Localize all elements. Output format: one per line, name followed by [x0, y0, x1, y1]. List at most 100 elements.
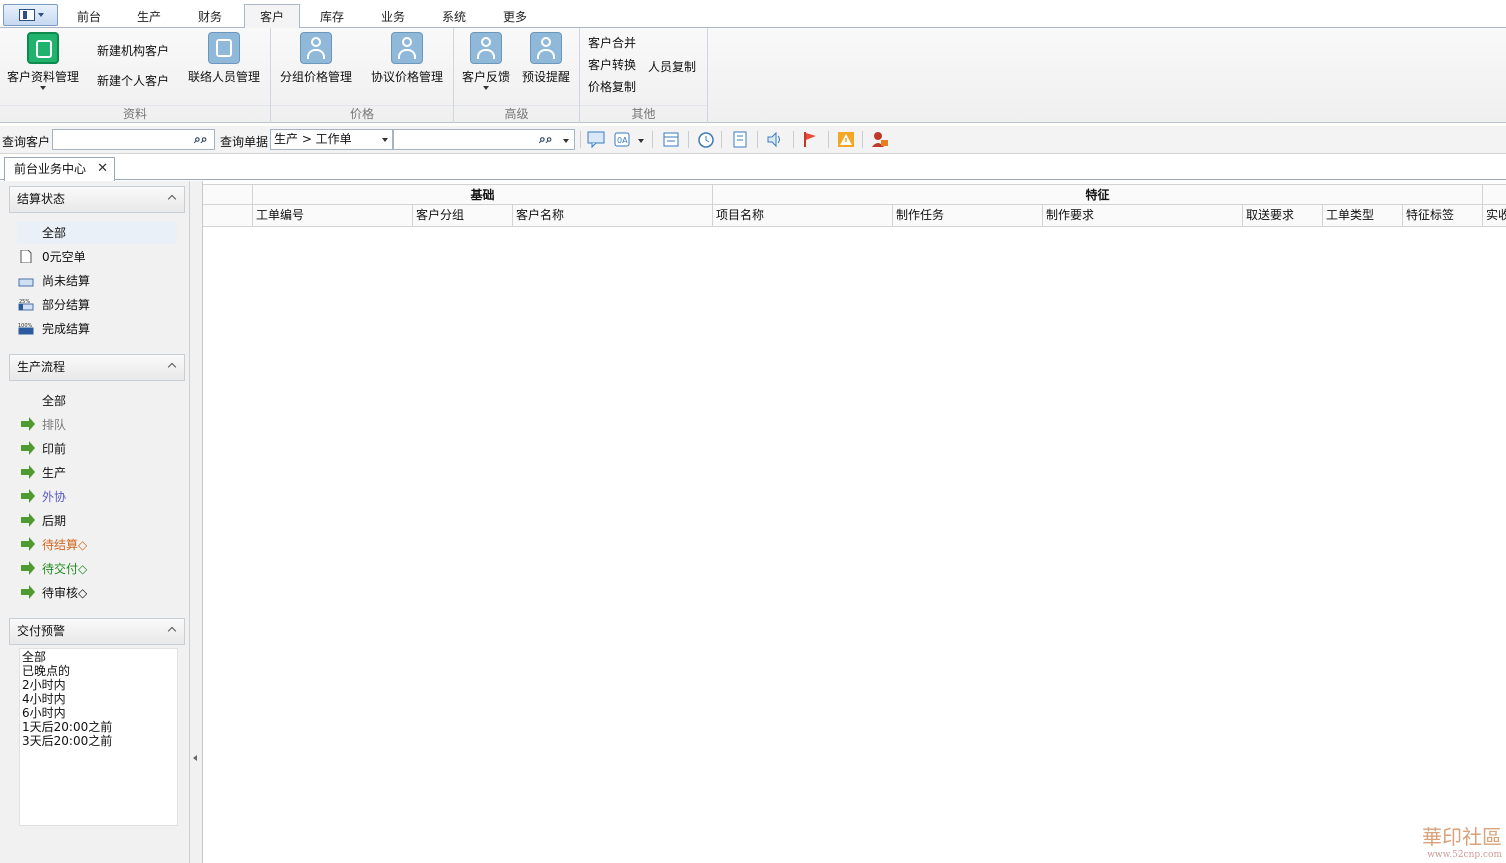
- progress-25-icon: 25%: [18, 299, 34, 311]
- flow-item[interactable]: 待结算◇: [17, 534, 177, 556]
- customer-convert-button[interactable]: 客户转换: [588, 56, 636, 73]
- arrow-right-icon: [21, 585, 35, 599]
- grid-group-header[interactable]: 基础: [253, 184, 713, 205]
- svg-text:0A: 0A: [617, 136, 628, 145]
- group-price-icon: [300, 32, 332, 64]
- ribbon-group-info: 客户资料管理 新建机构客户 新建个人客户 联络人员管理 资料: [0, 28, 271, 123]
- clock-icon[interactable]: [697, 131, 715, 148]
- feedback-icon: [470, 32, 502, 64]
- chevron-up-icon[interactable]: [167, 626, 177, 636]
- group-label-other: 其他: [580, 105, 707, 121]
- new-person-customer-button[interactable]: 新建个人客户: [97, 72, 169, 89]
- flow-item[interactable]: 待交付◇: [17, 558, 177, 580]
- grid-group-header[interactable]: 特征: [713, 184, 1483, 205]
- grid-corner[interactable]: [203, 205, 253, 227]
- warning-icon[interactable]: [837, 131, 855, 148]
- group-price-button[interactable]: 分组价格管理: [278, 30, 354, 100]
- warning-list[interactable]: 全部 已晚点的 2小时内 4小时内 6小时内 1天后20:00之前 3天后20:00之前: [19, 648, 178, 826]
- grid-column-header[interactable]: 实收: [1483, 205, 1506, 227]
- binoculars-icon[interactable]: ⌕⌕: [194, 132, 207, 147]
- query-customer-input[interactable]: [52, 129, 215, 150]
- tab-inventory[interactable]: 库存: [305, 6, 359, 28]
- settlement-item-unsettled[interactable]: 尚未结算: [17, 270, 177, 292]
- chevron-left-icon[interactable]: [193, 755, 197, 761]
- customer-info-button[interactable]: 客户资料管理: [4, 30, 82, 100]
- receipt-icon[interactable]: [731, 131, 749, 148]
- settlement-item-zero[interactable]: 0元空单: [17, 246, 177, 268]
- flow-section-header[interactable]: 生产流程: [9, 354, 185, 381]
- work-order-grid[interactable]: 基础 特征工单编号 客户分组 客户名称 项目名称 制作任务 制作要求 取送要求 工单类型 特征标签…: [203, 184, 1506, 863]
- new-org-customer-button[interactable]: 新建机构客户: [97, 42, 169, 59]
- agreement-price-button[interactable]: 协议价格管理: [369, 30, 445, 100]
- warning-item[interactable]: 4小时内: [22, 692, 175, 706]
- speaker-icon[interactable]: [766, 131, 784, 148]
- oa-icon[interactable]: 0A: [614, 131, 636, 148]
- people-copy-button[interactable]: 人员复制: [648, 58, 696, 75]
- tab-finance[interactable]: 财务: [183, 6, 237, 28]
- customer-card-icon: [27, 32, 59, 64]
- grid-column-header[interactable]: 客户名称: [513, 205, 713, 227]
- tab-frontdesk[interactable]: 前台: [62, 6, 116, 28]
- doc-type-select[interactable]: 生产 > 工作单: [270, 129, 393, 150]
- binoculars-icon[interactable]: ⌕⌕: [539, 132, 552, 147]
- flow-item[interactable]: 待审核◇: [17, 582, 177, 604]
- flow-item[interactable]: 生产: [17, 462, 177, 484]
- warning-item[interactable]: 全部: [22, 650, 175, 664]
- ribbon-panel: 客户资料管理 新建机构客户 新建个人客户 联络人员管理 资料 分组价格管理 协议…: [0, 28, 1506, 123]
- grid-column-header[interactable]: 客户分组: [413, 205, 513, 227]
- flow-item[interactable]: 排队: [17, 414, 177, 436]
- grid-column-header[interactable]: 项目名称: [713, 205, 893, 227]
- grid-column-header[interactable]: 特征标签: [1403, 205, 1483, 227]
- panel-collapse-bar[interactable]: [190, 181, 203, 863]
- tab-production[interactable]: 生产: [122, 6, 176, 28]
- grid-column-header[interactable]: 工单类型: [1323, 205, 1403, 227]
- contacts-button[interactable]: 联络人员管理: [186, 30, 262, 100]
- settlement-title: 结算状态: [17, 192, 66, 206]
- user-lock-icon[interactable]: [871, 131, 889, 148]
- settlement-item-done[interactable]: 100% 完成结算: [17, 318, 177, 340]
- settlement-section-header[interactable]: 结算状态: [9, 186, 185, 213]
- document-tab-strip: 前台业务中心 ✕: [0, 155, 1506, 181]
- preset-reminder-button[interactable]: 预设提醒: [519, 30, 573, 100]
- flow-item[interactable]: 全部: [17, 390, 177, 412]
- grid-column-header[interactable]: 制作任务: [893, 205, 1043, 227]
- warning-section-header[interactable]: 交付预警: [9, 618, 185, 645]
- settlement-item-all[interactable]: 全部: [17, 222, 177, 244]
- left-filter-panel: 结算状态 全部 0元空单 尚未结算 25% 部分结算 100% 完成结算 生产流…: [0, 181, 190, 863]
- chevron-down-icon[interactable]: [563, 139, 569, 143]
- close-icon[interactable]: ✕: [97, 158, 108, 180]
- flow-item[interactable]: 外协: [17, 486, 177, 508]
- tab-customer[interactable]: 客户: [244, 4, 300, 29]
- flag-icon[interactable]: [801, 131, 819, 148]
- chevron-up-icon[interactable]: [167, 362, 177, 372]
- grid-group-header-extra[interactable]: [1483, 184, 1506, 205]
- customer-merge-button[interactable]: 客户合并: [588, 34, 636, 51]
- doc-type-value: 生产 > 工作单: [274, 132, 352, 146]
- grid-column-header[interactable]: 工单编号: [253, 205, 413, 227]
- flow-item[interactable]: 后期: [17, 510, 177, 532]
- tab-business[interactable]: 业务: [366, 6, 420, 28]
- warning-item[interactable]: 6小时内: [22, 706, 175, 720]
- tab-more[interactable]: 更多: [488, 6, 542, 28]
- tab-system[interactable]: 系统: [427, 6, 481, 28]
- price-copy-button[interactable]: 价格复制: [588, 78, 636, 95]
- warning-item[interactable]: 2小时内: [22, 678, 175, 692]
- progress-empty-icon: [18, 278, 34, 287]
- warning-item[interactable]: 已晚点的: [22, 664, 175, 678]
- tab-frontdesk-center[interactable]: 前台业务中心 ✕: [4, 157, 115, 181]
- customer-feedback-button[interactable]: 客户反馈: [459, 30, 513, 100]
- comment-icon[interactable]: [587, 131, 605, 148]
- chevron-down-icon[interactable]: [638, 139, 644, 143]
- calendar-icon[interactable]: [662, 131, 680, 148]
- grid-column-header[interactable]: 制作要求: [1043, 205, 1243, 227]
- warning-item[interactable]: 1天后20:00之前: [22, 720, 175, 734]
- grid-corner-top[interactable]: [203, 184, 253, 205]
- query-toolbar: 查询客户 ⌕⌕ 查询单据 生产 > 工作单 ⌕⌕ 0A: [0, 126, 1506, 154]
- warning-item[interactable]: 3天后20:00之前: [22, 734, 175, 748]
- flow-item[interactable]: 印前: [17, 438, 177, 460]
- app-menu-button[interactable]: [3, 4, 58, 26]
- feedback-label: 客户反馈: [461, 70, 510, 84]
- grid-column-header[interactable]: 取送要求: [1243, 205, 1323, 227]
- settlement-item-partial[interactable]: 25% 部分结算: [17, 294, 177, 316]
- chevron-up-icon[interactable]: [167, 194, 177, 204]
